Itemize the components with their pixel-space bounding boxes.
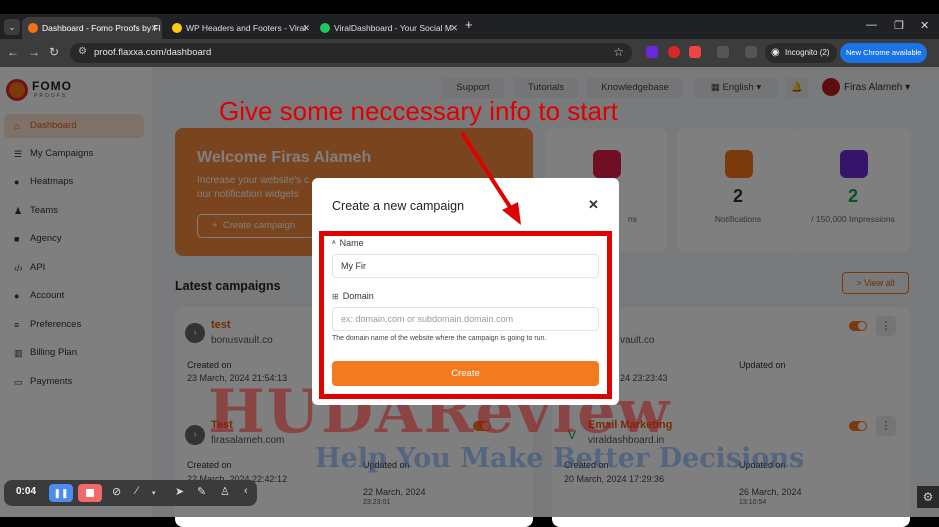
recording-time: 0:04 (16, 486, 37, 497)
pen-icon[interactable]: ✎ (197, 485, 206, 498)
annotation-arrow (460, 131, 521, 225)
settings-gear-icon[interactable]: ⚙ (917, 486, 939, 508)
arrow-shaft (460, 131, 514, 212)
screen: ⌄ Dashboard - Fomo Proofs by Fl ✕ WP Hea… (0, 0, 939, 527)
chevron-down-icon[interactable]: ▾ (152, 489, 156, 497)
pause-button[interactable]: ❚❚ (49, 484, 73, 502)
cursor-icon[interactable]: ➤ (175, 485, 184, 498)
screen-recorder-toolbar: 0:04 ❚❚ ⊘ ⁄ ▾ ➤ ✎ ♙ ‹ (4, 480, 257, 506)
collapse-icon[interactable]: ‹ (244, 485, 248, 497)
eraser-icon[interactable]: ♙ (220, 485, 230, 498)
annotation-text: Give some neccessary info to start (219, 96, 618, 126)
arrow-head (502, 202, 521, 225)
camera-off-icon[interactable]: ⊘ (112, 485, 121, 498)
stop-button[interactable] (78, 484, 102, 502)
mic-off-icon[interactable]: ⁄ (136, 485, 138, 497)
